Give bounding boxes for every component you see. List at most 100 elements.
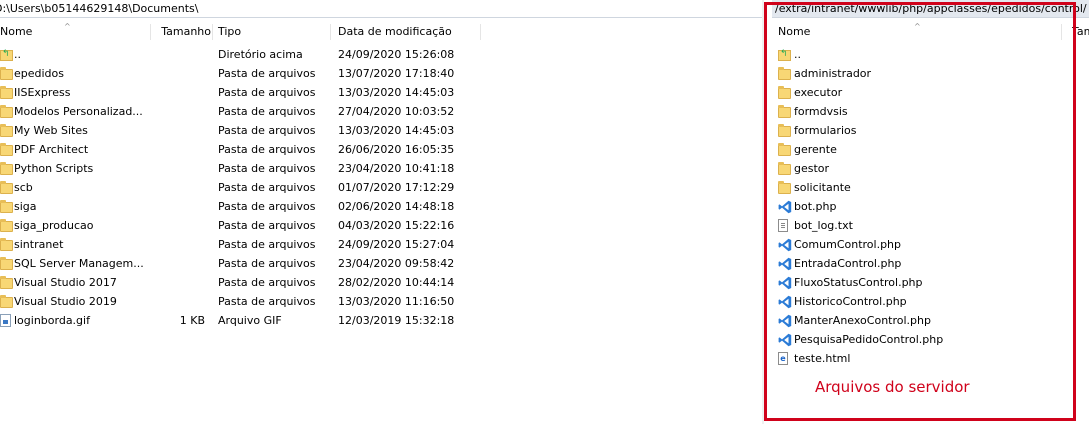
column-divider[interactable] <box>330 24 331 40</box>
sort-ascending-icon: ^ <box>914 22 921 31</box>
up-folder-icon: ↰ <box>778 49 791 61</box>
local-file-row[interactable]: Visual Studio 2017 Pasta de arquivos 28/02… <box>0 273 760 292</box>
local-header-date[interactable]: Data de modificação <box>338 22 478 42</box>
file-name: siga_producao <box>14 219 94 232</box>
vscode-file-icon <box>778 200 792 214</box>
local-file-row[interactable]: epedidos Pasta de arquivos 13/07/2020 17:1… <box>0 64 760 83</box>
file-name: My Web Sites <box>14 124 88 137</box>
file-name: EntradaControl.php <box>794 257 902 270</box>
local-file-row[interactable]: PDF Architect Pasta de arquivos 26/06/2020… <box>0 140 760 159</box>
file-date: 26/06/2020 16:05:35 <box>338 143 455 156</box>
up-folder-icon: ↰ <box>0 49 13 61</box>
text-file-icon <box>778 219 788 232</box>
remote-file-row[interactable]: bot.php <box>778 197 1058 216</box>
remote-header-size[interactable]: Taman <box>1072 22 1089 42</box>
remote-file-row[interactable]: solicitante <box>778 178 1058 197</box>
remote-path-bar[interactable]: /extra/intranet/wwwlib/php/appclasses/ep… <box>772 0 1089 18</box>
file-name: administrador <box>794 67 872 80</box>
remote-file-row[interactable]: formularios <box>778 121 1058 140</box>
local-header-type[interactable]: Tipo <box>218 22 328 42</box>
file-type: Pasta de arquivos <box>218 219 316 232</box>
file-type: Diretório acima <box>218 48 303 61</box>
remote-file-row[interactable]: bot_log.txt <box>778 216 1058 235</box>
local-path-bar[interactable]: D:\Users\b05144629148\Documents\ <box>0 0 762 18</box>
vscode-file-icon <box>778 333 792 347</box>
column-divider[interactable] <box>1061 24 1062 40</box>
remote-header-name[interactable]: ^ Nome <box>778 22 1058 42</box>
folder-icon <box>0 86 13 99</box>
file-date: 01/07/2020 17:12:29 <box>338 181 455 194</box>
column-divider[interactable] <box>212 24 213 40</box>
local-header-name[interactable]: ^ Nome <box>0 22 150 42</box>
file-date: 13/07/2020 17:18:40 <box>338 67 455 80</box>
file-name: gerente <box>794 143 837 156</box>
remote-file-row[interactable]: administrador <box>778 64 1058 83</box>
file-type: Pasta de arquivos <box>218 86 316 99</box>
local-path-text: D:\Users\b05144629148\Documents\ <box>0 2 199 15</box>
folder-icon <box>0 181 13 194</box>
file-name: solicitante <box>794 181 851 194</box>
file-type: Pasta de arquivos <box>218 200 316 213</box>
file-type: Pasta de arquivos <box>218 238 316 251</box>
up-arrow-icon: ↰ <box>780 49 788 59</box>
vscode-file-icon <box>778 257 792 271</box>
file-name: HistoricoControl.php <box>794 295 907 308</box>
vscode-file-icon <box>778 314 792 328</box>
file-size: 1 KB <box>179 314 205 327</box>
file-type: Pasta de arquivos <box>218 105 316 118</box>
local-file-row[interactable]: Visual Studio 2019 Pasta de arquivos 13/03… <box>0 292 760 311</box>
file-date: 28/02/2020 10:44:14 <box>338 276 455 289</box>
local-header-size[interactable]: Tamanho <box>151 22 211 42</box>
remote-file-row[interactable]: FluxoStatusControl.php <box>778 273 1058 292</box>
sort-ascending-icon: ^ <box>64 22 71 31</box>
local-file-row[interactable]: My Web Sites Pasta de arquivos 13/03/2020 … <box>0 121 760 140</box>
folder-icon <box>0 105 13 118</box>
local-file-row[interactable]: SQL Server Managem... Pasta de arquivos 23… <box>0 254 760 273</box>
file-type: Pasta de arquivos <box>218 124 316 137</box>
local-file-row[interactable]: loginborda.gif 1 KB Arquivo GIF 12/03/2019 … <box>0 311 760 330</box>
file-date: 24/09/2020 15:26:08 <box>338 48 455 61</box>
remote-file-row[interactable]: ManterAnexoControl.php <box>778 311 1058 330</box>
folder-icon <box>0 276 13 289</box>
remote-file-row[interactable]: ↰.. <box>778 45 1058 64</box>
file-type: Pasta de arquivos <box>218 162 316 175</box>
remote-file-row[interactable]: gestor <box>778 159 1058 178</box>
local-file-row[interactable]: sintranet Pasta de arquivos 24/09/2020 15:… <box>0 235 760 254</box>
file-name: PesquisaPedidoControl.php <box>794 333 944 346</box>
local-file-row[interactable]: scb Pasta de arquivos 01/07/2020 17:12:29 <box>0 178 760 197</box>
folder-icon <box>778 124 791 137</box>
file-date: 24/09/2020 15:27:04 <box>338 238 455 251</box>
panel-splitter[interactable] <box>762 0 764 424</box>
local-file-row[interactable]: siga_producao Pasta de arquivos 04/03/2020… <box>0 216 760 235</box>
folder-icon <box>0 162 13 175</box>
file-type: Pasta de arquivos <box>218 295 316 308</box>
remote-file-row[interactable]: HistoricoControl.php <box>778 292 1058 311</box>
folder-icon <box>0 219 13 232</box>
file-name: ComumControl.php <box>794 238 902 251</box>
file-date: 13/03/2020 14:45:03 <box>338 124 455 137</box>
remote-file-row[interactable]: formdvsis <box>778 102 1058 121</box>
local-column-header: ^ Nome Tamanho Tipo Data de modificação <box>0 22 762 42</box>
local-file-row[interactable]: IISExpress Pasta de arquivos 13/03/2020 14… <box>0 83 760 102</box>
folder-icon <box>778 67 791 80</box>
file-name: Modelos Personalizad... <box>14 105 143 118</box>
local-header-type-label: Tipo <box>218 25 242 38</box>
remote-file-row[interactable]: executor <box>778 83 1058 102</box>
remote-file-row[interactable]: gerente <box>778 140 1058 159</box>
local-file-row[interactable]: siga Pasta de arquivos 02/06/2020 14:48:18 <box>0 197 760 216</box>
file-date: 02/06/2020 14:48:18 <box>338 200 455 213</box>
column-divider[interactable] <box>480 24 481 40</box>
remote-file-row[interactable]: EntradaControl.php <box>778 254 1058 273</box>
file-name: formdvsis <box>794 105 848 118</box>
local-file-row[interactable]: ↰.. Diretório acima 24/09/2020 15:26:08 <box>0 45 760 64</box>
file-type: Pasta de arquivos <box>218 257 316 270</box>
remote-file-row[interactable]: ComumControl.php <box>778 235 1058 254</box>
folder-icon <box>0 295 13 308</box>
remote-file-row[interactable]: e teste.html <box>778 349 1058 368</box>
file-name: .. <box>14 48 21 61</box>
file-type: Arquivo GIF <box>218 314 282 327</box>
file-name: loginborda.gif <box>14 314 90 327</box>
local-file-row[interactable]: Python Scripts Pasta de arquivos 23/04/202… <box>0 159 760 178</box>
remote-file-row[interactable]: PesquisaPedidoControl.php <box>778 330 1058 349</box>
local-file-row[interactable]: Modelos Personalizad... Pasta de arquivos… <box>0 102 760 121</box>
